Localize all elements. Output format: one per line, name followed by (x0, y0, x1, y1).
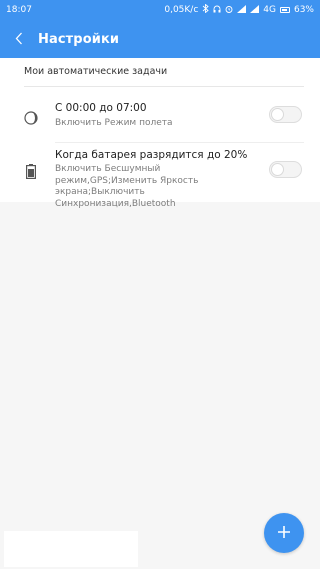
network-type: 4G (263, 5, 276, 15)
back-button[interactable] (10, 28, 28, 50)
status-icons: 0,05K/c 4G 63% (164, 3, 314, 16)
task-toggle[interactable] (269, 106, 302, 123)
divider (55, 142, 304, 143)
battery-icon (26, 164, 37, 180)
status-bar: 18:07 0,05K/c 4G 63% (0, 0, 320, 20)
task-title: Когда батарея разрядится до 20% (55, 149, 248, 161)
background-patch (4, 531, 138, 567)
section-header: Мои автоматические задачи (24, 66, 168, 77)
task-description: Включить Бесшумный режим,GPS;Изменить Яр… (55, 164, 199, 209)
alarm-icon (225, 5, 233, 16)
network-speed: 0,05K/c (164, 5, 199, 15)
toggle-knob (271, 163, 284, 176)
plus-icon (277, 524, 291, 543)
bluetooth-icon (202, 3, 209, 16)
chevron-left-icon (15, 30, 23, 49)
toggle-knob (271, 108, 284, 121)
battery-percent: 63% (293, 5, 314, 15)
divider (24, 86, 304, 87)
moon-schedule-icon (24, 110, 38, 125)
page-title: Настройки (38, 31, 120, 47)
app-bar: Настройки (0, 20, 320, 58)
status-battery-icon (279, 7, 290, 13)
tasks-list: Мои автоматические задачи С 00:00 до 07:… (0, 58, 320, 209)
task-row[interactable]: С 00:00 до 07:00 Включить Режим полета (0, 100, 320, 144)
status-time: 18:07 (6, 5, 32, 15)
headphones-icon (213, 5, 221, 16)
add-task-button[interactable] (264, 513, 304, 553)
signal-icon (237, 4, 247, 16)
task-title: С 00:00 до 07:00 (55, 102, 147, 114)
task-row[interactable]: Когда батарея разрядится до 20% Включить… (0, 149, 320, 209)
task-toggle[interactable] (269, 161, 302, 178)
task-description: Включить Режим полета (55, 118, 173, 128)
signal-icon-2 (250, 4, 260, 16)
